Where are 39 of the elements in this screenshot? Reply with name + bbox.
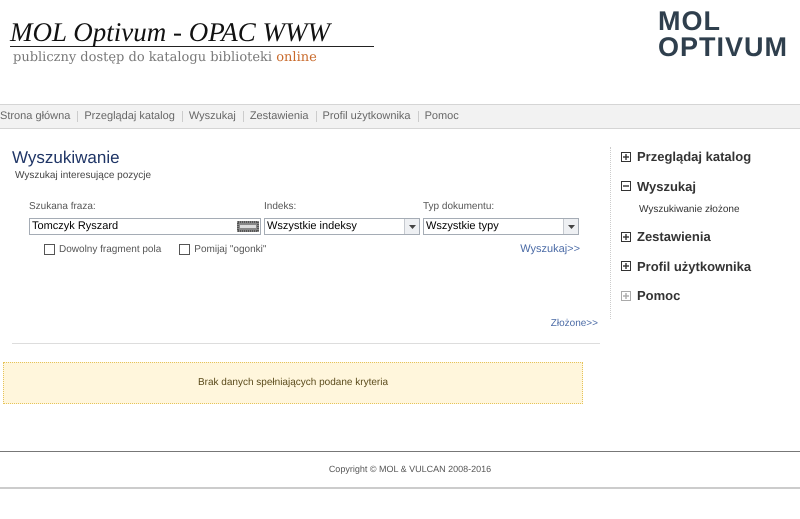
nav-link[interactable]: Strona główna	[0, 108, 72, 125]
minus-box-icon[interactable]	[621, 181, 631, 192]
nav-link[interactable]: Pomoc	[424, 108, 460, 125]
checkbox[interactable]	[179, 244, 190, 255]
site-title: MOL Optivum - OPAC WWW	[10, 18, 374, 47]
field-label: Typ dokumentu:	[423, 200, 496, 214]
keyboard-icon[interactable]	[237, 221, 259, 232]
page-heading: Wyszukiwanie	[12, 149, 121, 167]
sidebar-link[interactable]: Pomoc	[637, 286, 680, 306]
sidebar-link[interactable]: Zestawienia	[637, 227, 711, 246]
plus-box-icon[interactable]	[621, 152, 631, 162]
logo-text: MOL	[658, 8, 721, 34]
advanced-search-link[interactable]: Złożone>>	[550, 316, 598, 330]
index-dropdown[interactable]: Wszystkie indeksy	[264, 218, 420, 235]
search-field[interactable]: Tomczyk Ryszard	[29, 218, 261, 235]
field-label: Szukana fraza:	[29, 200, 97, 214]
checkbox-label: Dowolny fragment pola	[59, 242, 162, 257]
dropdown-arrow-icon	[408, 224, 416, 228]
logo-text: OPTIVUM	[658, 34, 788, 60]
plus-box-icon[interactable]	[621, 261, 631, 272]
nav-link[interactable]: Zestawienia	[248, 108, 310, 125]
checkbox-label: Pomijaj "ogonki"	[194, 242, 266, 257]
dropdown-arrow-icon	[568, 224, 574, 228]
field-label: Indeks:	[264, 200, 298, 214]
page-subheading: Wyszukaj interesujące pozycje	[15, 169, 152, 183]
plus-box-icon[interactable]	[621, 232, 631, 242]
nav-link[interactable]: Wyszukaj	[188, 108, 237, 125]
site-subtitle: publiczny dostęp do katalogu biblioteki online	[13, 49, 318, 67]
message-panel: Brak danych spełniających podane kryteria	[3, 362, 583, 404]
copyright-text: Copyright © MOL & VULCAN 2008-2016	[328, 462, 492, 476]
sidebar-link[interactable]: Wyszukaj	[637, 176, 696, 196]
document-type-dropdown[interactable]: Wszystkie typy	[423, 218, 579, 235]
sidebar-link[interactable]: Profil użytkownika	[637, 256, 752, 276]
nav-link[interactable]: Profil użytkownika	[322, 108, 412, 125]
sidebar-sublink[interactable]: Wyszukiwanie złożone	[639, 202, 800, 217]
search-link[interactable]: Wyszukaj>>	[520, 241, 580, 258]
checkbox[interactable]	[44, 244, 55, 255]
nav-link[interactable]: Przeglądaj katalog	[83, 108, 176, 125]
sidebar-link[interactable]: Przeglądaj katalog	[637, 147, 752, 166]
